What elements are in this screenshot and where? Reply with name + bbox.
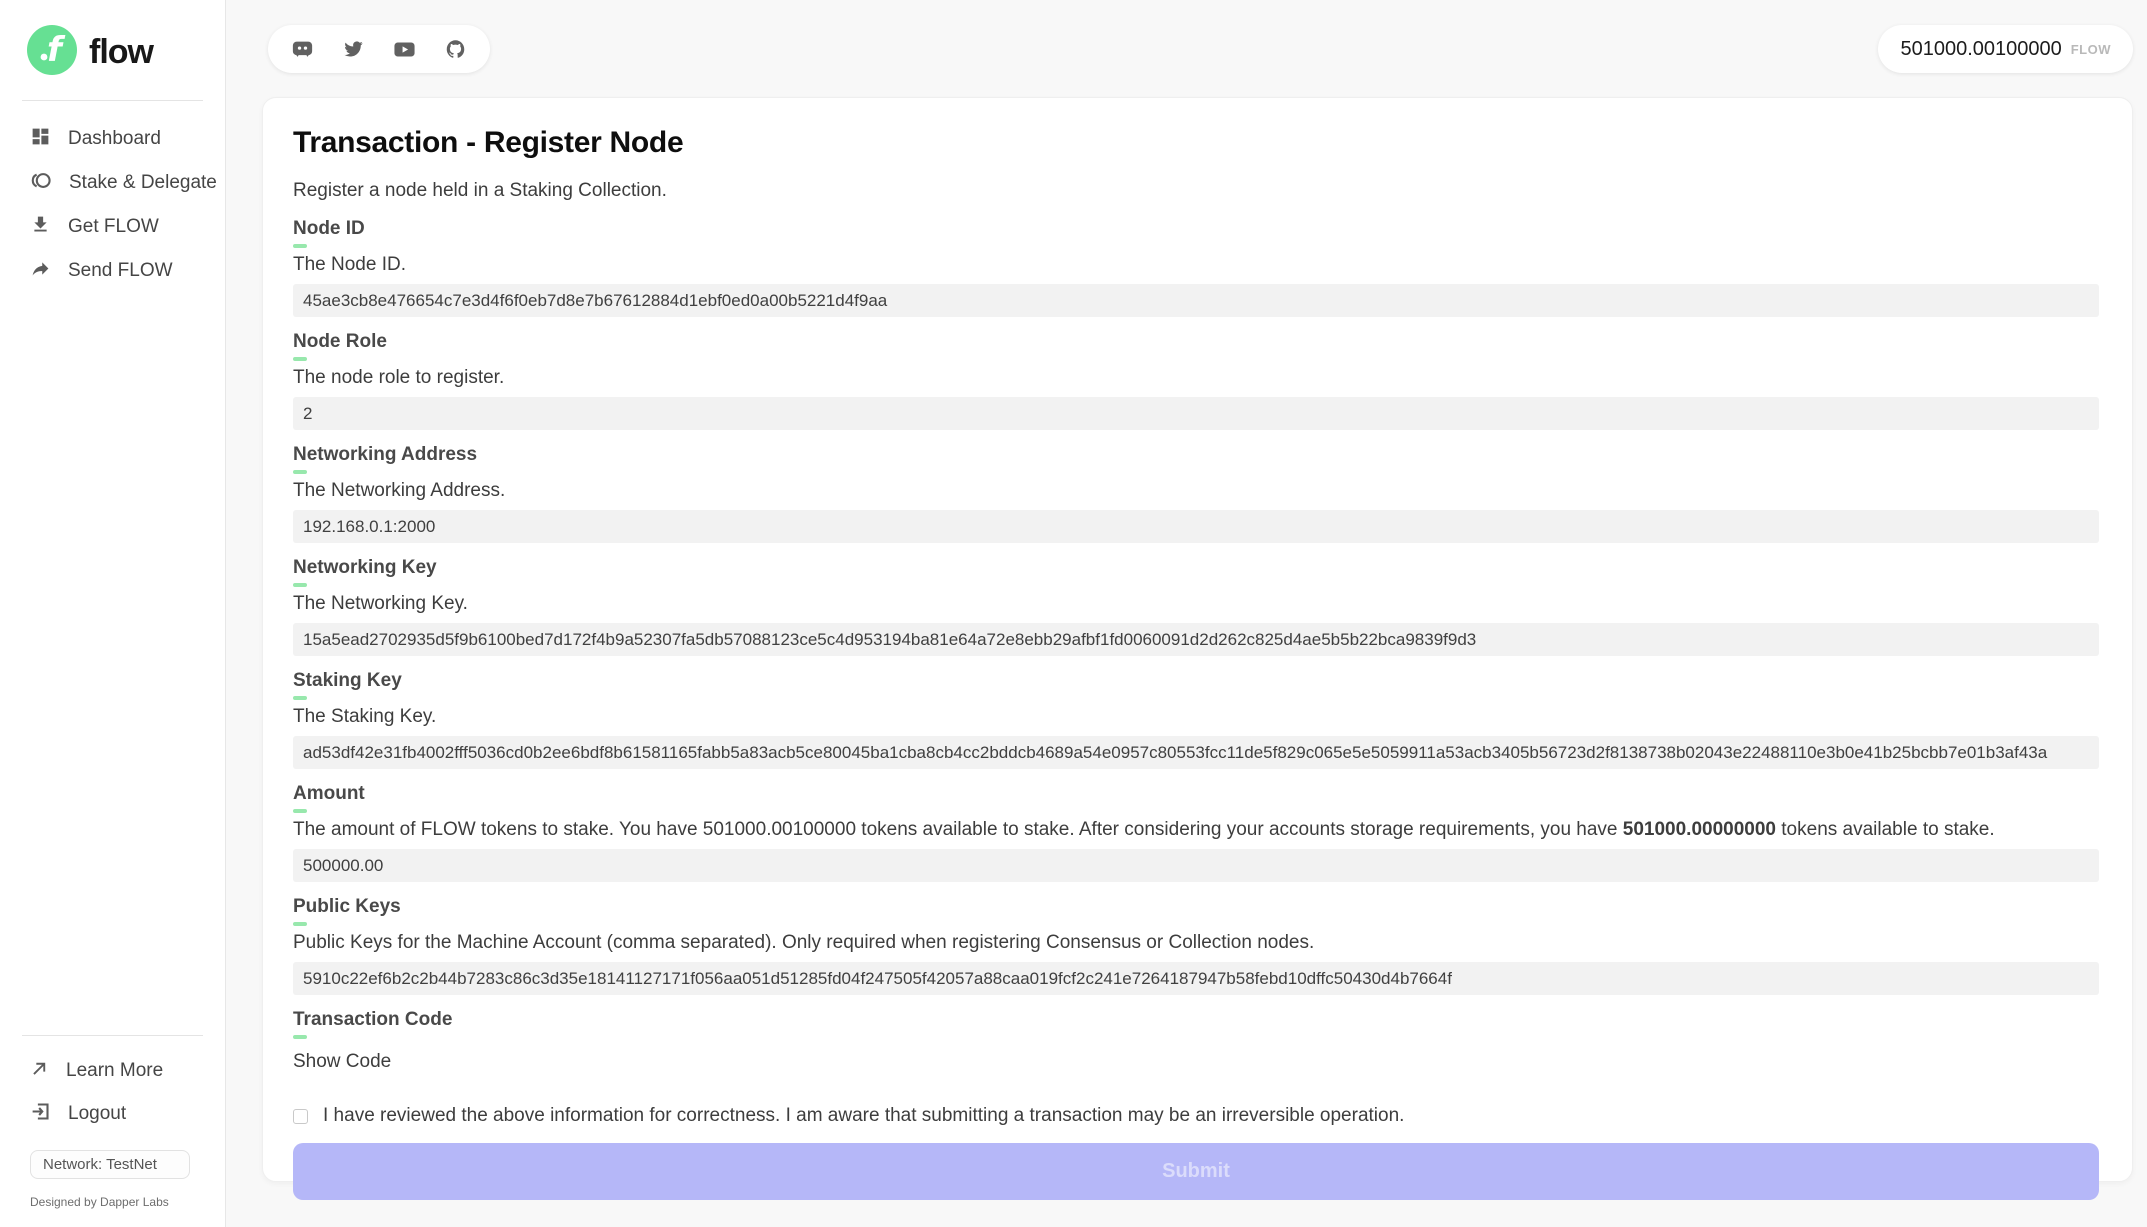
green-underline [293,922,307,926]
green-underline [293,470,307,474]
field-label: Amount [293,783,2099,805]
amount-available-bold: 501000.00000000 [1623,819,1776,840]
sidebar-spacer [0,293,225,1035]
submit-button[interactable]: Submit [293,1143,2099,1200]
green-underline [293,357,307,361]
github-icon[interactable] [445,39,466,60]
networking-key-input[interactable] [293,623,2099,656]
page-title: Transaction - Register Node [293,126,2099,160]
logout-button[interactable]: Logout [30,1092,225,1136]
sidebar-nav: Dashboard Stake & Delegate Get FLOW Send… [0,101,225,293]
green-underline [293,809,307,813]
credit-text: Designed by Dapper Labs [30,1195,225,1209]
node-role-input[interactable] [293,397,2099,430]
transaction-card: Transaction - Register Node Register a n… [262,97,2133,1182]
external-link-icon [30,1059,49,1083]
sidebar-item-label: Send FLOW [68,260,173,282]
social-links-pill [268,25,490,73]
balance-amount: 501000.00100000 [1900,38,2061,61]
sidebar-item-label: Get FLOW [68,216,159,238]
field-public-keys: Public Keys Public Keys for the Machine … [293,896,2099,995]
field-transaction-code: Transaction Code Show Code [293,1009,2099,1073]
twitter-icon[interactable] [343,39,364,60]
green-underline [293,583,307,587]
sidebar-footer: Learn More Logout Network: TestNet Desig… [0,1036,225,1227]
field-description: The Staking Key. [293,706,2099,728]
sidebar-item-stake-delegate[interactable]: Stake & Delegate [30,161,225,205]
amount-desc-pre: The amount of FLOW tokens to stake. You … [293,819,1623,840]
green-underline [293,1035,307,1039]
account-balance-pill[interactable]: 501000.00100000 FLOW [1878,25,2133,73]
confirmation-checkbox[interactable] [293,1109,308,1124]
sidebar-item-get-flow[interactable]: Get FLOW [30,205,225,249]
show-code-link[interactable]: Show Code [293,1051,391,1073]
field-label: Node Role [293,331,2099,353]
brand-wordmark: flow [89,33,153,72]
field-networking-key: Networking Key The Networking Key. [293,557,2099,656]
top-bar: 501000.00100000 FLOW [262,25,2133,73]
amount-desc-post: tokens available to stake. [1776,819,1995,840]
field-label: Staking Key [293,670,2099,692]
field-networking-address: Networking Address The Networking Addres… [293,444,2099,543]
sidebar-item-dashboard[interactable]: Dashboard [30,117,225,161]
dashboard-icon [30,126,51,152]
field-label: Networking Address [293,444,2099,466]
learn-more-link[interactable]: Learn More [30,1050,225,1092]
node-id-input[interactable] [293,284,2099,317]
field-amount: Amount The amount of FLOW tokens to stak… [293,783,2099,882]
sidebar-item-label: Dashboard [68,128,161,150]
green-underline [293,244,307,248]
public-keys-input[interactable] [293,962,2099,995]
field-description: The Networking Address. [293,480,2099,502]
logout-icon [30,1101,51,1127]
flow-logo-icon: f [27,25,77,80]
green-underline [293,696,307,700]
confirmation-row: I have reviewed the above information fo… [293,1105,2099,1127]
youtube-icon[interactable] [394,39,415,60]
send-arrow-icon [30,258,51,284]
field-node-role: Node Role The node role to register. [293,331,2099,430]
field-label: Transaction Code [293,1009,2099,1031]
networking-address-input[interactable] [293,510,2099,543]
field-label: Node ID [293,218,2099,240]
stake-circles-icon [30,170,52,196]
field-label: Public Keys [293,896,2099,918]
download-icon [30,214,51,240]
learn-more-label: Learn More [66,1060,163,1082]
logout-label: Logout [68,1103,126,1125]
sidebar: f flow Dashboard Stake & Delegate [0,0,226,1227]
field-node-id: Node ID The Node ID. [293,218,2099,317]
sidebar-item-label: Stake & Delegate [69,172,217,194]
network-badge: Network: TestNet [30,1150,190,1179]
sidebar-item-send-flow[interactable]: Send FLOW [30,249,225,293]
amount-input[interactable] [293,849,2099,882]
staking-key-input[interactable] [293,736,2099,769]
field-description: The amount of FLOW tokens to stake. You … [293,819,2099,841]
field-staking-key: Staking Key The Staking Key. [293,670,2099,769]
flow-logo[interactable]: f flow [0,0,225,100]
field-description: Public Keys for the Machine Account (com… [293,932,2099,954]
field-label: Networking Key [293,557,2099,579]
discord-icon[interactable] [292,39,313,60]
field-description: The Node ID. [293,254,2099,276]
confirmation-text: I have reviewed the above information fo… [323,1105,1404,1127]
page-subtitle: Register a node held in a Staking Collec… [293,180,2099,202]
field-description: The Networking Key. [293,593,2099,615]
field-description: The node role to register. [293,367,2099,389]
main-content: 501000.00100000 FLOW Transaction - Regis… [226,0,2147,1227]
balance-currency: FLOW [2071,42,2111,57]
